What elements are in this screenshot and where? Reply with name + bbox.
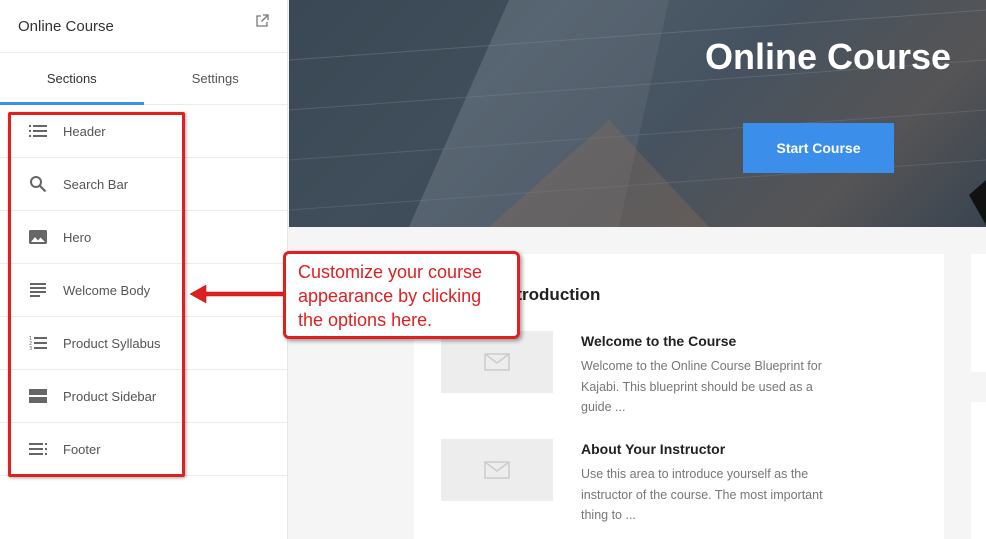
lesson-thumbnail <box>441 331 553 393</box>
lesson-title: About Your Instructor <box>581 441 726 457</box>
split-panel-icon <box>28 386 48 406</box>
active-tab-indicator <box>0 102 144 105</box>
section-item-header[interactable]: Header <box>0 105 287 158</box>
lesson-title: Welcome to the Course <box>581 333 737 349</box>
section-label: Product Syllabus <box>63 335 161 351</box>
section-label: Hero <box>63 229 92 245</box>
tab-settings[interactable]: Settings <box>144 53 288 104</box>
sidebar-tabs: Sections Settings <box>0 53 287 105</box>
lesson-item[interactable]: Welcome to the Course Welcome to the Onl… <box>441 331 921 421</box>
callout-text: Customize your course appearance by clic… <box>298 262 483 330</box>
section-item-search-bar[interactable]: Search Bar <box>0 158 287 211</box>
side-card <box>971 254 986 372</box>
image-placeholder-icon <box>484 353 510 371</box>
sidebar-title: Online Course <box>18 17 114 35</box>
list-icon <box>28 121 48 141</box>
annotation-callout: Customize your course appearance by clic… <box>283 251 520 339</box>
section-item-hero[interactable]: Hero <box>0 211 287 264</box>
text-lines-icon <box>28 280 48 300</box>
hero-background-image <box>289 0 986 227</box>
lesson-thumbnail <box>441 439 553 501</box>
hero-title: Online Course <box>704 36 951 77</box>
footer-lines-icon <box>28 439 48 459</box>
hero-section[interactable]: Online Course Start Course <box>289 0 986 227</box>
side-card <box>971 402 986 539</box>
image-placeholder-icon <box>484 461 510 479</box>
section-label: Welcome Body <box>63 282 151 298</box>
lesson-description: Welcome to the Online Course Blueprint f… <box>581 359 822 414</box>
lesson-description: Use this area to introduce yourself as t… <box>581 467 823 522</box>
numbered-list-icon: 123 <box>28 333 48 353</box>
section-label: Header <box>63 123 106 139</box>
external-link-icon[interactable] <box>255 14 269 28</box>
annotation-arrow-icon <box>189 284 287 304</box>
svg-text:3: 3 <box>29 346 32 351</box>
lesson-item[interactable]: About Your Instructor Use this area to i… <box>441 439 921 529</box>
section-label: Search Bar <box>63 176 129 192</box>
start-course-button[interactable]: Start Course <box>743 123 894 173</box>
section-label: Footer <box>63 441 101 457</box>
tab-sections[interactable]: Sections <box>0 53 144 104</box>
section-label: Product Sidebar <box>63 388 157 404</box>
sidebar: Online Course Sections Settings Header S… <box>0 0 288 539</box>
section-item-product-sidebar[interactable]: Product Sidebar <box>0 370 287 423</box>
sidebar-header: Online Course <box>0 0 287 53</box>
app-root: Online Course Sections Settings Header S… <box>0 0 986 539</box>
section-item-footer[interactable]: Footer <box>0 423 287 476</box>
section-item-product-syllabus[interactable]: 123 Product Syllabus <box>0 317 287 370</box>
image-icon <box>28 227 48 247</box>
search-icon <box>28 174 48 194</box>
section-heading: ntroduction <box>506 285 601 304</box>
